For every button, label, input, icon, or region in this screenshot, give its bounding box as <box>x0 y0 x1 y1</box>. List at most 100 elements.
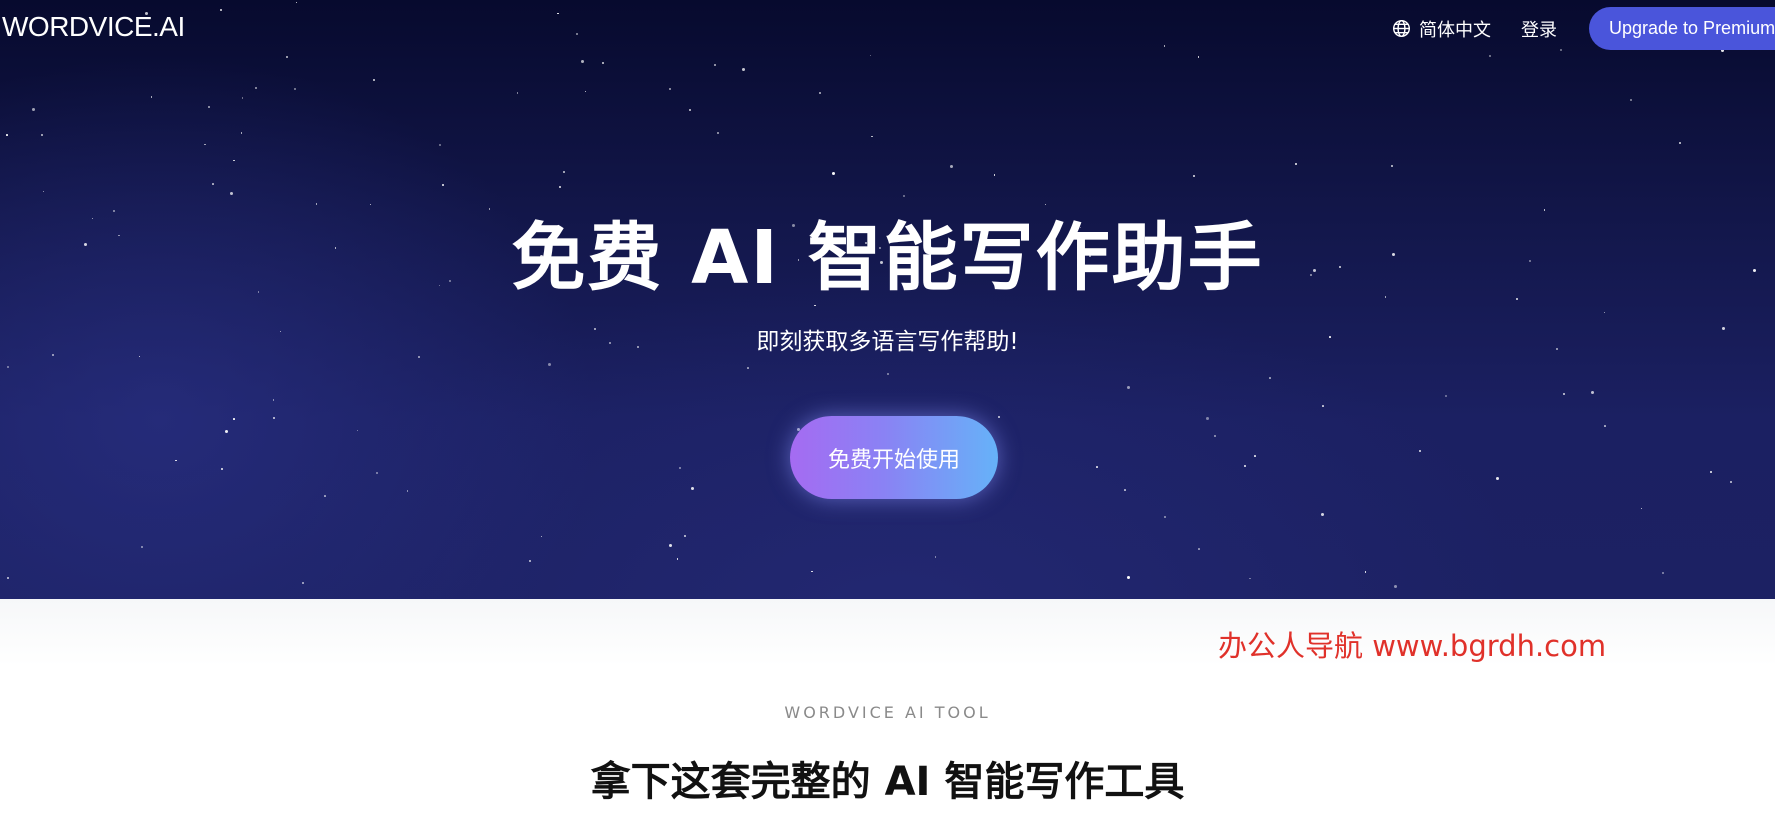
star <box>902 195 905 198</box>
start-free-button[interactable]: 免费开始使用 <box>790 416 998 499</box>
star <box>1390 164 1393 167</box>
star <box>1321 512 1325 516</box>
hero-title: 免费 AI 智能写作助手 <box>511 215 1264 301</box>
star <box>516 92 519 94</box>
star <box>584 90 587 93</box>
section-eyebrow: WORDVICE AI TOOL <box>784 703 991 722</box>
star <box>254 86 257 89</box>
star <box>372 79 375 82</box>
wordvice-logo[interactable]: WORDVICE.AI <box>2 11 185 43</box>
star <box>417 355 420 358</box>
star <box>1640 507 1643 510</box>
star <box>1197 56 1200 58</box>
hero-subtitle: 即刻获取多语言写作帮助! <box>756 329 1019 355</box>
star <box>997 416 1000 419</box>
star <box>1096 466 1098 468</box>
star <box>32 107 36 111</box>
star <box>240 132 243 134</box>
star <box>6 577 9 580</box>
star <box>41 133 44 136</box>
star <box>993 174 996 176</box>
star <box>1214 434 1217 437</box>
star <box>1163 515 1166 518</box>
star <box>548 363 552 367</box>
star <box>1662 572 1665 575</box>
star <box>6 134 8 136</box>
star <box>1127 386 1131 390</box>
upgrade-premium-button[interactable]: Upgrade to Premium <box>1589 7 1775 50</box>
star <box>669 87 672 90</box>
star <box>1243 464 1246 467</box>
star <box>540 535 543 538</box>
star <box>1249 577 1251 580</box>
star <box>438 143 441 146</box>
star <box>1418 450 1421 453</box>
star <box>690 487 694 491</box>
star <box>1591 390 1595 394</box>
star <box>208 105 211 108</box>
star <box>42 190 45 193</box>
star <box>558 185 561 188</box>
star <box>1495 476 1499 480</box>
star <box>688 108 691 111</box>
star <box>601 61 604 64</box>
star <box>441 183 444 186</box>
star <box>233 159 235 161</box>
star <box>301 581 304 584</box>
top-nav: 简体中文 登录 Upgrade to Premium <box>1392 7 1775 50</box>
star <box>220 8 223 11</box>
star <box>140 546 143 549</box>
watermark-text: 办公人导航 www.bgrdh.com <box>1218 629 1607 663</box>
star <box>871 135 873 138</box>
star <box>175 459 177 462</box>
section-title: 拿下这套完整的 AI 智能写作工具 <box>590 759 1185 805</box>
star <box>356 429 359 432</box>
star <box>241 97 244 99</box>
star <box>676 558 679 560</box>
star <box>1295 162 1298 165</box>
star <box>557 12 559 15</box>
star <box>747 367 749 369</box>
language-selector[interactable]: 简体中文 <box>1392 16 1491 42</box>
star <box>1364 571 1367 573</box>
star <box>562 170 565 173</box>
star <box>230 191 234 195</box>
language-label: 简体中文 <box>1419 19 1491 41</box>
star <box>1393 584 1397 588</box>
star <box>6 365 9 368</box>
star <box>1124 489 1126 491</box>
star <box>221 467 224 470</box>
star <box>1254 455 1256 457</box>
login-link[interactable]: 登录 <box>1521 16 1557 42</box>
star <box>225 429 229 433</box>
star <box>1322 405 1324 407</box>
star <box>528 559 531 562</box>
star <box>1198 548 1200 550</box>
star <box>1729 480 1732 483</box>
star <box>1269 377 1271 379</box>
star <box>324 495 326 497</box>
star <box>1193 174 1196 177</box>
star <box>741 67 745 71</box>
star <box>1488 55 1491 58</box>
star <box>580 60 584 64</box>
star <box>683 534 686 537</box>
star <box>406 490 409 492</box>
star <box>375 471 378 474</box>
star <box>285 55 288 58</box>
star <box>1445 394 1448 397</box>
star <box>150 96 153 98</box>
star <box>668 544 672 548</box>
star <box>1603 311 1606 314</box>
star <box>950 164 954 168</box>
star <box>295 1 298 4</box>
globe-icon <box>1392 19 1411 38</box>
star <box>1629 98 1632 101</box>
star <box>1709 471 1712 474</box>
star <box>1604 425 1606 427</box>
star <box>678 466 681 469</box>
star <box>294 87 297 90</box>
star <box>713 64 716 67</box>
star <box>1127 576 1131 580</box>
star <box>887 373 890 376</box>
